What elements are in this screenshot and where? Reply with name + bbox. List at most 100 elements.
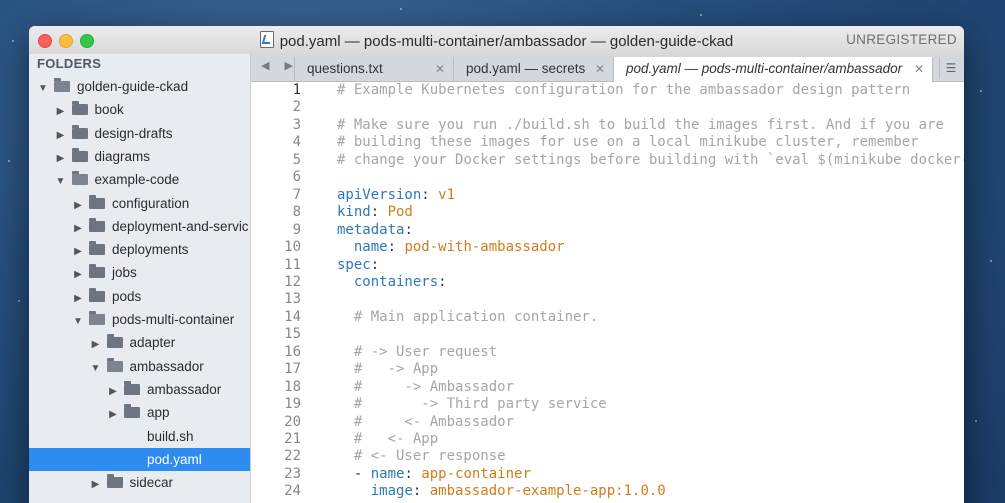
code-key: containers xyxy=(353,273,439,290)
tree-item-label: jobs xyxy=(112,265,137,281)
disclosure-collapsed-icon[interactable]: ▶ xyxy=(107,380,119,401)
tree-folder-item[interactable]: ▶ app xyxy=(29,401,250,424)
folder-icon xyxy=(71,147,88,162)
code-text: - name: app-container xyxy=(313,466,531,484)
code-punctuation xyxy=(337,483,371,499)
tree-folder-item[interactable]: ▼ example-code xyxy=(29,168,250,191)
sidebar-header: FOLDERS xyxy=(37,56,102,71)
tree-folder-item[interactable]: ▶ pods xyxy=(29,285,250,308)
tree-folder-item[interactable]: ▶ design-drafts xyxy=(29,122,250,145)
code-line[interactable]: 10 name: pod-with-ambassador xyxy=(251,239,564,257)
code-line[interactable]: 14 # Main application container. xyxy=(251,309,598,327)
disclosure-collapsed-icon[interactable]: ▶ xyxy=(72,240,84,261)
disclosure-expanded-icon[interactable]: ▼ xyxy=(90,357,102,378)
tab-questions-txt[interactable]: questions.txt ✕ xyxy=(294,57,453,81)
line-number: 11 xyxy=(284,256,301,273)
code-line[interactable]: 8 kind: Pod xyxy=(251,204,413,222)
line-number: 15 xyxy=(284,326,301,343)
code-line[interactable]: 6 xyxy=(251,169,337,187)
code-line[interactable]: 15 xyxy=(251,326,337,344)
code-line[interactable]: 24 image: ambassador-example-app:1.0.0 xyxy=(251,483,666,501)
tree-folder-item[interactable]: ▼ pods-multi-container xyxy=(29,308,250,331)
disclosure-expanded-icon[interactable]: ▼ xyxy=(72,310,84,331)
code-line[interactable]: 11 spec: xyxy=(251,257,379,275)
disclosure-expanded-icon[interactable]: ▼ xyxy=(37,77,49,98)
code-area[interactable]: 1 # Example Kubernetes configuration for … xyxy=(251,82,964,503)
folder-icon xyxy=(89,287,105,302)
code-line[interactable]: 18 # -> Ambassador xyxy=(251,379,514,397)
tree-item-label: adapter xyxy=(129,335,176,351)
tab-pod-yaml-secrets[interactable]: pod.yaml — secrets ✕ xyxy=(453,57,613,81)
tree-folder-item[interactable]: ▶ configuration xyxy=(29,192,250,215)
code-comment: # Make sure you run ./build.sh to build … xyxy=(337,116,944,133)
code-text: # <- App xyxy=(313,431,438,449)
disclosure-collapsed-icon[interactable]: ▶ xyxy=(90,473,102,494)
tab-close-icon[interactable]: ✕ xyxy=(595,57,605,81)
code-text: metadata: xyxy=(313,222,413,240)
code-line[interactable]: 1 # Example Kubernetes configuration for … xyxy=(251,82,911,100)
folder-icon xyxy=(71,101,88,116)
code-key: image xyxy=(370,483,413,500)
tab-label: questions.txt xyxy=(307,61,383,76)
tree-folder-item[interactable]: ▶ ambassador xyxy=(29,378,250,401)
code-line[interactable]: 23 - name: app-container xyxy=(251,466,531,484)
disclosure-expanded-icon[interactable]: ▼ xyxy=(55,170,67,191)
disclosure-collapsed-icon[interactable]: ▶ xyxy=(55,100,67,121)
tree-folder-item[interactable]: ▶ diagrams xyxy=(29,145,250,168)
line-number: 23 xyxy=(284,465,301,482)
code-line[interactable]: 3 # Make sure you run ./build.sh to build… xyxy=(251,117,944,135)
line-number: 5 xyxy=(292,151,301,168)
tab-menu-icon[interactable]: ☰ xyxy=(939,57,962,79)
disclosure-collapsed-icon[interactable]: ▶ xyxy=(90,333,102,354)
code-key: metadata xyxy=(337,221,405,238)
tab-pod-yaml-ambassador[interactable]: pod.yaml — pods-multi-container/ambassad… xyxy=(613,57,933,82)
disclosure-collapsed-icon[interactable]: ▶ xyxy=(72,217,84,238)
disclosure-collapsed-icon[interactable]: ▶ xyxy=(72,263,84,284)
tree-file-item[interactable]: pod.yaml xyxy=(29,447,250,471)
disclosure-collapsed-icon[interactable]: ▶ xyxy=(55,124,67,145)
disclosure-collapsed-icon[interactable]: ▶ xyxy=(72,287,84,308)
tab-close-icon[interactable]: ✕ xyxy=(914,57,924,81)
code-line[interactable]: 2 xyxy=(251,99,337,117)
line-number: 19 xyxy=(284,396,301,413)
code-line[interactable]: 13 xyxy=(251,291,337,309)
code-line[interactable]: 19 # -> Third party service xyxy=(251,396,607,414)
code-text: image: ambassador-example-app:1.0.0 xyxy=(313,483,666,501)
code-comment: # <- Ambassador xyxy=(337,413,515,430)
code-line[interactable]: 9 metadata: xyxy=(251,222,413,240)
code-line[interactable]: 20 # <- Ambassador xyxy=(251,414,514,432)
code-value: ambassador-example-app:1.0.0 xyxy=(429,483,666,500)
code-text: # -> Ambassador xyxy=(313,379,514,397)
code-key: name xyxy=(353,239,388,256)
document-icon xyxy=(259,31,274,48)
code-key: name xyxy=(370,465,405,482)
tree-item-label: design-drafts xyxy=(94,125,173,141)
tree-file-item[interactable]: build.sh xyxy=(29,425,250,448)
code-line[interactable]: 5 # change your Docker settings before bu… xyxy=(251,152,964,170)
tree-item-label: pods xyxy=(112,288,142,304)
code-line[interactable]: 4 # building these images for use on a lo… xyxy=(251,134,919,152)
tree-item-label: diagrams xyxy=(94,148,151,164)
disclosure-collapsed-icon[interactable]: ▶ xyxy=(107,403,119,424)
line-number: 2 xyxy=(292,99,301,116)
code-line[interactable]: 7 apiVersion: v1 xyxy=(251,187,455,205)
tree-folder-item[interactable]: ▼ golden-guide-ckad xyxy=(29,75,250,98)
code-line[interactable]: 17 # -> App xyxy=(251,361,438,379)
tree-folder-item[interactable]: ▶ jobs xyxy=(29,261,250,284)
code-line[interactable]: 22 # <- User response xyxy=(251,448,505,466)
code-line[interactable]: 16 # -> User request xyxy=(251,344,497,362)
tree-folder-item[interactable]: ▶ deployments xyxy=(29,238,250,261)
code-punctuation: : xyxy=(404,221,413,238)
tree-item-label: configuration xyxy=(112,195,190,211)
disclosure-collapsed-icon[interactable]: ▶ xyxy=(72,194,84,215)
tree-folder-item[interactable]: ▶ adapter xyxy=(29,331,250,354)
tree-folder-item[interactable]: ▶ sidecar xyxy=(29,471,250,494)
tree-folder-item[interactable]: ▶ deployment-and-servic xyxy=(29,215,250,238)
code-line[interactable]: 21 # <- App xyxy=(251,431,438,449)
tree-folder-item[interactable]: ▼ ambassador xyxy=(29,355,250,378)
tab-close-icon[interactable]: ✕ xyxy=(435,57,445,81)
code-line[interactable]: 12 containers: xyxy=(251,273,446,292)
tree-folder-item[interactable]: ▶ book xyxy=(29,98,250,121)
tree-item-label: pod.yaml xyxy=(147,451,202,467)
disclosure-collapsed-icon[interactable]: ▶ xyxy=(55,147,67,168)
